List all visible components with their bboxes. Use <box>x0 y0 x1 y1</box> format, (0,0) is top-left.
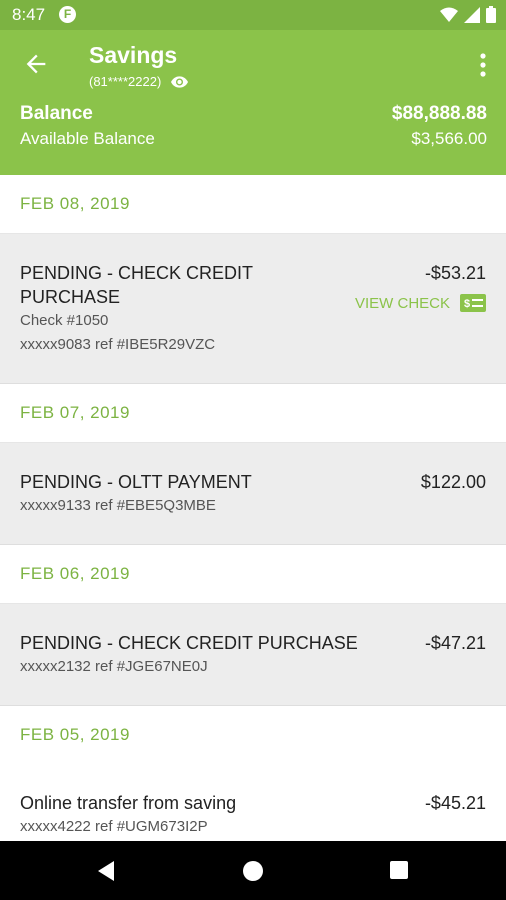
date-header: FEB 07, 2019 <box>0 384 506 443</box>
account-number: (81****2222) <box>89 74 189 89</box>
nav-recents-icon[interactable] <box>390 861 408 879</box>
date-header: FEB 06, 2019 <box>0 545 506 604</box>
view-check-label: VIEW CHECK <box>354 294 450 312</box>
more-vert-icon[interactable] <box>478 52 488 78</box>
date-header: FEB 05, 2019 <box>0 706 506 764</box>
transaction-ref: xxxxx4222 ref #UGM673I2P <box>20 818 208 835</box>
balance-value: $88,888.88 <box>391 103 487 124</box>
wifi-icon <box>440 7 458 22</box>
transaction-description: PENDING - CHECK CREDIT PURCHASE <box>20 263 253 307</box>
transaction-ref: xxxxx2132 ref #JGE67NE0J <box>20 658 208 675</box>
battery-icon <box>486 6 496 23</box>
date-header: FEB 08, 2019 <box>0 175 506 234</box>
nav-home-icon[interactable] <box>243 861 263 881</box>
transaction-ref: xxxxx9133 ref #EBE5Q3MBE <box>20 497 216 514</box>
transaction-amount: -$45.21 <box>424 793 486 813</box>
transaction-description: PENDING - CHECK CREDIT PURCHASE <box>20 633 358 653</box>
check-number: Check #1050 <box>20 312 109 329</box>
eye-icon[interactable] <box>171 75 189 88</box>
system-navigation-bar <box>0 841 506 900</box>
status-time: 8:47 <box>12 5 46 24</box>
svg-text:$: $ <box>464 298 470 310</box>
transaction-row[interactable]: PENDING - OLTT PAYMENT xxxxx9133 ref #EB… <box>0 443 506 545</box>
view-check-button[interactable]: VIEW CHECK $ <box>355 294 486 312</box>
transaction-row[interactable]: PENDING - CHECK CREDIT PURCHASE xxxxx213… <box>0 604 506 706</box>
back-arrow-icon[interactable] <box>22 50 50 78</box>
transaction-list[interactable]: FEB 08, 2019 PENDING - CHECK CREDIT PURC… <box>0 175 506 841</box>
transaction-description: PENDING - OLTT PAYMENT <box>20 472 252 492</box>
transaction-row[interactable]: Online transfer from saving xxxxx4222 re… <box>0 764 506 841</box>
status-bar: 8:47 F <box>0 0 506 30</box>
account-number-text: (81****2222) <box>89 74 162 89</box>
available-balance-label: Available Balance <box>20 129 155 148</box>
transaction-row[interactable]: PENDING - CHECK CREDIT PURCHASE Check #1… <box>0 234 506 384</box>
app-notification-icon: F <box>59 6 76 23</box>
nav-back-icon[interactable] <box>96 861 116 881</box>
check-icon: $ <box>460 294 486 312</box>
balance-label: Balance <box>20 103 93 124</box>
transaction-ref: xxxxx9083 ref #IBE5R29VZC <box>20 336 216 353</box>
transaction-amount: $122.00 <box>420 472 486 492</box>
account-header: Savings (81****2222) Balance $88,888.88 … <box>0 30 506 175</box>
transaction-amount: -$47.21 <box>424 633 486 653</box>
system-icons <box>440 6 496 23</box>
available-balance-value: $3,566.00 <box>411 129 487 148</box>
transaction-amount: -$53.21 <box>424 263 486 283</box>
transaction-description: Online transfer from saving <box>20 793 237 813</box>
signal-icon <box>464 6 480 23</box>
page-title: Savings <box>89 42 178 68</box>
